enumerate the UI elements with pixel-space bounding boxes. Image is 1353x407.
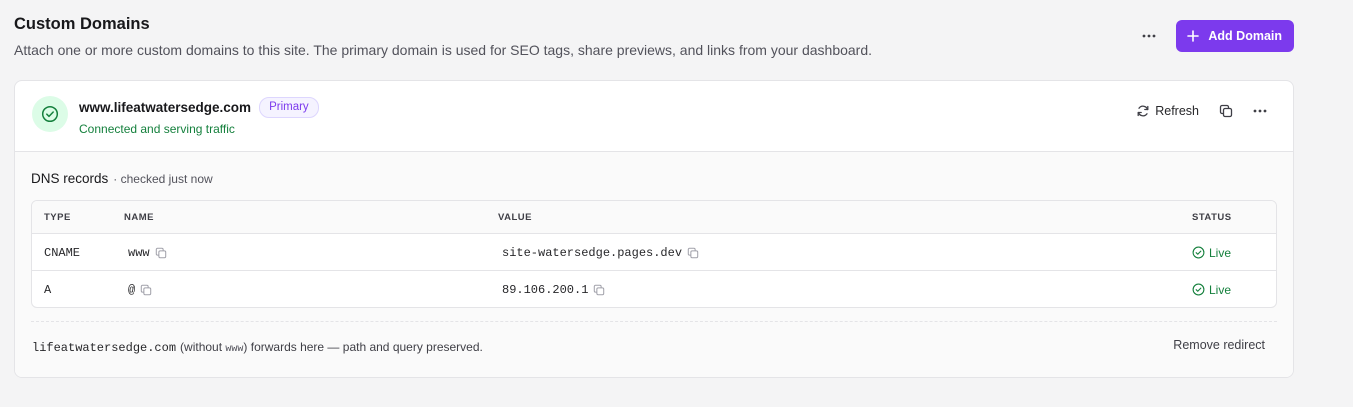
domain-status-indicator xyxy=(32,96,68,132)
page-description: Attach one or more custom domains to thi… xyxy=(14,42,873,58)
refresh-button[interactable]: Refresh xyxy=(1130,99,1205,123)
plus-icon xyxy=(1187,30,1200,42)
redirect-without-code: www xyxy=(225,344,244,355)
page-title: Custom Domains xyxy=(14,15,150,33)
copy-icon[interactable] xyxy=(593,284,605,296)
column-header-type: TYPE xyxy=(44,212,71,223)
add-domain-button[interactable]: Add Domain xyxy=(1176,20,1294,52)
domain-actions: Refresh xyxy=(1130,99,1273,123)
copy-icon[interactable] xyxy=(155,247,167,259)
table-header: TYPE NAME VALUE STATUS xyxy=(32,201,1276,234)
primary-badge: Primary xyxy=(259,97,319,118)
record-name: www xyxy=(128,245,150,260)
column-header-status: STATUS xyxy=(1192,212,1232,223)
copy-icon[interactable] xyxy=(140,284,152,296)
record-value: site-watersedge.pages.dev xyxy=(502,245,683,260)
domain-name-row: www.lifeatwatersedge.com Primary xyxy=(79,97,319,118)
table-row: A @ 89.106.200.1 Live xyxy=(32,271,1276,307)
redirect-suffix: ) forwards here — path and query preserv… xyxy=(243,340,483,354)
record-name-cell: @ xyxy=(128,271,152,307)
record-value-cell: site-watersedge.pages.dev xyxy=(502,234,699,271)
dns-section: DNS records · checked just now TYPE NAME… xyxy=(15,152,1293,377)
redirect-without-prefix: (without xyxy=(180,340,226,354)
dns-table: TYPE NAME VALUE STATUS CNAME www site-wa… xyxy=(31,200,1277,308)
domain-name: www.lifeatwatersedge.com xyxy=(79,100,252,115)
refresh-icon xyxy=(1137,105,1149,117)
record-value: 89.106.200.1 xyxy=(502,282,589,297)
check-circle-icon xyxy=(41,105,59,123)
redirect-domain: lifeatwatersedge.com xyxy=(32,341,177,355)
add-domain-label: Add Domain xyxy=(1208,29,1282,43)
domain-card: www.lifeatwatersedge.com Primary Connect… xyxy=(14,80,1294,378)
domain-more-button[interactable] xyxy=(1247,99,1273,123)
dns-checked-status: · checked just now xyxy=(113,172,213,186)
header-actions: Add Domain xyxy=(1134,20,1294,52)
record-status: Live xyxy=(1192,271,1232,307)
record-status-label: Live xyxy=(1209,245,1232,260)
copy-icon xyxy=(1219,104,1233,118)
copy-domain-button[interactable] xyxy=(1213,99,1239,123)
column-header-value: VALUE xyxy=(498,212,532,223)
remove-redirect-button[interactable]: Remove redirect xyxy=(1173,338,1265,352)
check-circle-icon xyxy=(1192,246,1205,259)
page-header: Custom Domains Attach one or more custom… xyxy=(14,14,1294,64)
more-horizontal-icon xyxy=(1253,109,1267,113)
record-status-label: Live xyxy=(1209,282,1232,297)
refresh-label: Refresh xyxy=(1155,104,1199,118)
column-header-name: NAME xyxy=(124,212,154,223)
dns-title: DNS records xyxy=(31,171,109,186)
check-circle-icon xyxy=(1192,283,1205,296)
domain-header: www.lifeatwatersedge.com Primary Connect… xyxy=(15,81,1293,152)
record-status: Live xyxy=(1192,234,1231,271)
redirect-info: lifeatwatersedge.com (without www ) forw… xyxy=(32,340,483,355)
divider xyxy=(31,321,1277,322)
record-type: A xyxy=(44,282,52,297)
record-name: @ xyxy=(128,282,136,297)
record-name-cell: www xyxy=(128,234,167,271)
table-row: CNAME www site-watersedge.pages.dev Live xyxy=(32,234,1276,271)
copy-icon[interactable] xyxy=(687,247,699,259)
more-options-button[interactable] xyxy=(1134,21,1164,51)
dns-title-row: DNS records · checked just now xyxy=(31,171,213,186)
more-horizontal-icon xyxy=(1142,34,1156,38)
record-value-cell: 89.106.200.1 xyxy=(502,271,605,307)
record-type: CNAME xyxy=(44,245,81,260)
domain-status-text: Connected and serving traffic xyxy=(79,122,235,136)
